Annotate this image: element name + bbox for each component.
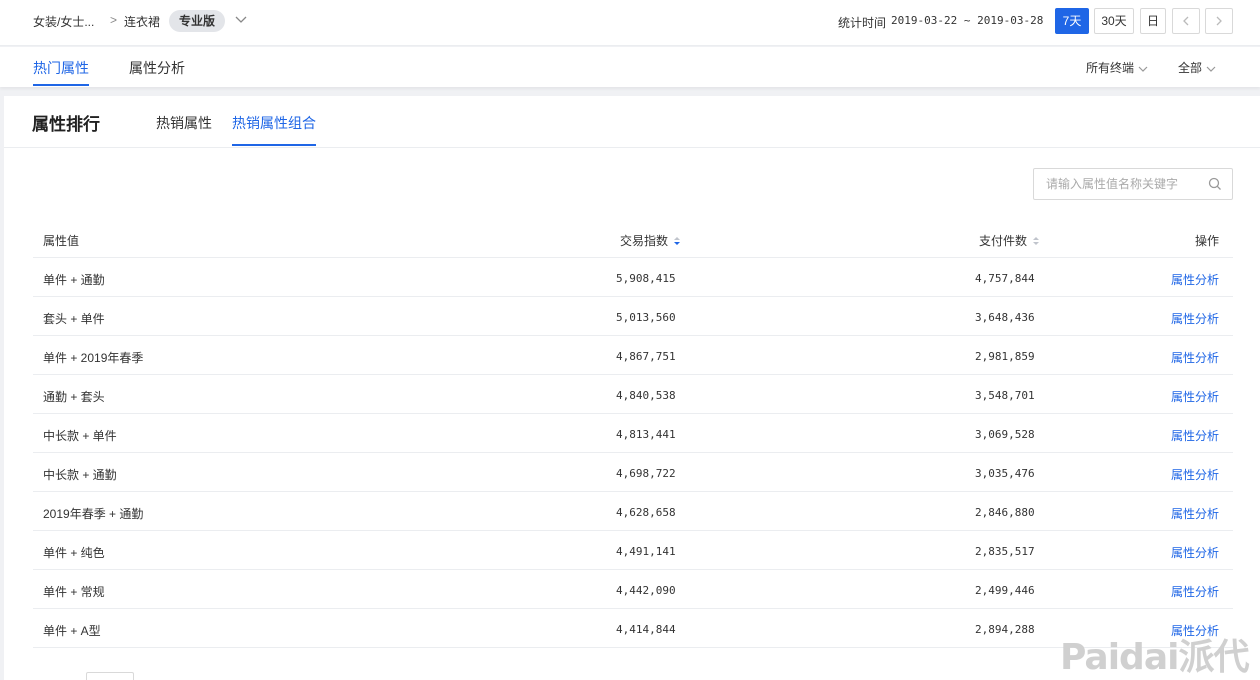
watermark-logo: Paidai派代 (1060, 637, 1249, 678)
search-box[interactable] (1033, 168, 1233, 200)
stat-time-label: 统计时间 (838, 16, 887, 30)
header-paid-count[interactable]: 支付件数 (979, 232, 1040, 249)
tab-hot-selling-combinations[interactable]: 热销属性组合 (232, 113, 316, 133)
header-attribute: 属性值 (43, 234, 80, 248)
active-tab-underline (33, 84, 89, 86)
table-header: 属性值 交易指数 支付件数 操作 (33, 220, 1233, 258)
chevron-right-icon (1216, 16, 1222, 26)
scope-filter[interactable]: 全部 (1178, 59, 1216, 76)
cell-paid-count: 3,548,701 (975, 389, 1035, 402)
cell-trade-index: 4,491,141 (616, 545, 676, 558)
cell-trade-index: 4,628,658 (616, 506, 676, 519)
header-paid-count-label: 支付件数 (979, 234, 1028, 248)
attribute-analysis-link[interactable]: 属性分析 (1171, 544, 1219, 561)
attribute-analysis-link[interactable]: 属性分析 (1171, 466, 1219, 483)
breadcrumb-category[interactable]: 连衣裙 (124, 13, 160, 30)
cell-attribute: 单件 + 常规 (43, 585, 105, 599)
terminal-filter-label: 所有终端 (1086, 61, 1135, 75)
cell-attribute: 通勤 + 套头 (43, 390, 105, 404)
cell-trade-index: 4,840,538 (616, 389, 676, 402)
cell-trade-index: 4,813,441 (616, 428, 676, 441)
breadcrumb-path[interactable]: 女装/女士... (33, 13, 94, 30)
attribute-analysis-link[interactable]: 属性分析 (1171, 505, 1219, 522)
cell-attribute: 套头 + 单件 (43, 312, 105, 326)
tab-hot-attributes[interactable]: 热门属性 (33, 58, 89, 78)
chevron-down-icon (1206, 66, 1216, 72)
sort-desc-icon[interactable] (673, 235, 681, 247)
chevron-down-icon[interactable] (234, 12, 248, 26)
table-row: 通勤 + 套头 4,840,538 3,548,701 属性分析 (33, 375, 1233, 414)
next-date-button[interactable] (1205, 8, 1233, 34)
table-row: 套头 + 单件 5,013,560 3,648,436 属性分析 (33, 297, 1233, 336)
sort-icon[interactable] (1032, 235, 1040, 247)
prev-date-button[interactable] (1172, 8, 1200, 34)
chevron-left-icon (1183, 16, 1189, 26)
cell-attribute: 单件 + 纯色 (43, 546, 105, 560)
cell-trade-index: 5,908,415 (616, 272, 676, 285)
attribute-analysis-link[interactable]: 属性分析 (1171, 427, 1219, 444)
table-row: 单件 + 2019年春季 4,867,751 2,981,859 属性分析 (33, 336, 1233, 375)
scope-filter-label: 全部 (1178, 61, 1203, 75)
date-7d-button[interactable]: 7天 (1055, 8, 1089, 34)
edition-badge[interactable]: 专业版 (169, 10, 226, 32)
table-row: 中长款 + 单件 4,813,441 3,069,528 属性分析 (33, 414, 1233, 453)
cell-attribute: 单件 + A型 (43, 624, 101, 638)
attribute-analysis-link[interactable]: 属性分析 (1171, 388, 1219, 405)
active-tab-underline (232, 144, 316, 146)
date-30d-button[interactable]: 30天 (1094, 8, 1134, 34)
cell-paid-count: 2,894,288 (975, 623, 1035, 636)
cell-trade-index: 4,442,090 (616, 584, 676, 597)
sub-nav: 热门属性 属性分析 所有终端 全部 (0, 47, 1260, 87)
table-row: 中长款 + 通勤 4,698,722 3,035,476 属性分析 (33, 453, 1233, 492)
chevron-down-icon (1138, 66, 1148, 72)
tab-hot-selling-attributes[interactable]: 热销属性 (156, 113, 212, 133)
cell-attribute: 中长款 + 单件 (43, 429, 117, 443)
cell-paid-count: 2,499,446 (975, 584, 1035, 597)
search-input[interactable] (1034, 169, 1202, 199)
cell-trade-index: 4,867,751 (616, 350, 676, 363)
cell-paid-count: 3,069,528 (975, 428, 1035, 441)
terminal-filter[interactable]: 所有终端 (1086, 59, 1148, 76)
cell-attribute: 中长款 + 通勤 (43, 468, 117, 482)
table-body: 单件 + 通勤 5,908,415 4,757,844 属性分析 套头 + 单件 5,01… (33, 258, 1233, 648)
header-trade-index-label: 交易指数 (620, 234, 669, 248)
date-day-button[interactable]: 日 (1140, 8, 1166, 34)
attribute-analysis-link[interactable]: 属性分析 (1171, 271, 1219, 288)
cell-paid-count: 3,035,476 (975, 467, 1035, 480)
attribute-ranking-panel: 属性排行 热销属性 热销属性组合 属性值 交易指数 支付件数 操作 单件 + 通… (4, 96, 1260, 680)
table-row: 2019年春季 + 通勤 4,628,658 2,846,880 属性分析 (33, 492, 1233, 531)
tab-attribute-analysis[interactable]: 属性分析 (129, 58, 185, 78)
attribute-analysis-link[interactable]: 属性分析 (1171, 349, 1219, 366)
cell-paid-count: 3,648,436 (975, 311, 1035, 324)
cell-trade-index: 4,414,844 (616, 623, 676, 636)
table-row: 单件 + 纯色 4,491,141 2,835,517 属性分析 (33, 531, 1233, 570)
page-size-select[interactable] (86, 672, 134, 680)
stat-time-range: 2019-03-22 ~ 2019-03-28 (891, 14, 1044, 27)
top-bar: 女装/女士... > 连衣裙 专业版 统计时间 2019-03-22 ~ 201… (0, 0, 1260, 46)
attribute-analysis-link[interactable]: 属性分析 (1171, 310, 1219, 327)
panel-title: 属性排行 (32, 115, 100, 134)
header-operation: 操作 (1194, 234, 1219, 248)
cell-paid-count: 2,846,880 (975, 506, 1035, 519)
attribute-analysis-link[interactable]: 属性分析 (1171, 583, 1219, 600)
table-row: 单件 + 常规 4,442,090 2,499,446 属性分析 (33, 570, 1233, 609)
table-row: 单件 + 通勤 5,908,415 4,757,844 属性分析 (33, 258, 1233, 297)
panel-header: 属性排行 热销属性 热销属性组合 (4, 96, 1260, 148)
cell-attribute: 单件 + 通勤 (43, 273, 105, 287)
header-trade-index[interactable]: 交易指数 (620, 232, 681, 249)
cell-paid-count: 4,757,844 (975, 272, 1035, 285)
cell-trade-index: 4,698,722 (616, 467, 676, 480)
cell-paid-count: 2,981,859 (975, 350, 1035, 363)
table-row: 单件 + A型 4,414,844 2,894,288 属性分析 (33, 609, 1233, 648)
search-icon[interactable] (1208, 177, 1222, 191)
cell-attribute: 单件 + 2019年春季 (43, 351, 144, 365)
cell-trade-index: 5,013,560 (616, 311, 676, 324)
cell-paid-count: 2,835,517 (975, 545, 1035, 558)
breadcrumb-separator-icon: > (110, 13, 118, 27)
cell-attribute: 2019年春季 + 通勤 (43, 507, 144, 521)
